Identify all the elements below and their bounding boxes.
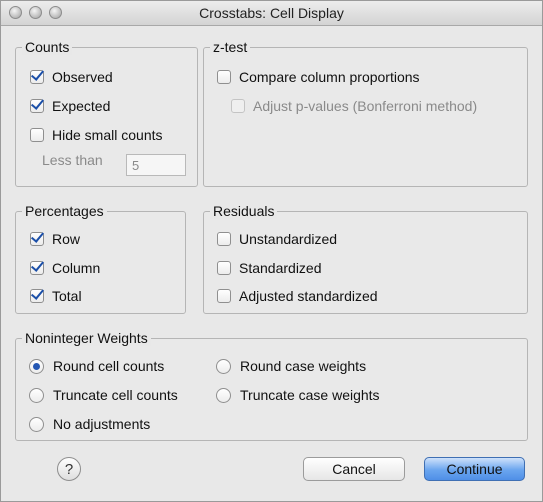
truncate-case-weights-radio[interactable]: Truncate case weights xyxy=(216,387,380,403)
total-percent-check-icon[interactable] xyxy=(30,289,44,303)
adjust-p-values-check-icon xyxy=(231,99,245,113)
standardized-check-icon[interactable] xyxy=(217,261,231,275)
standardized-label: Standardized xyxy=(239,260,322,276)
unstandardized-label: Unstandardized xyxy=(239,231,338,247)
observed-check-icon[interactable] xyxy=(30,70,44,84)
round-case-weights-radio-icon[interactable] xyxy=(216,358,231,374)
continue-button[interactable]: Continue xyxy=(424,457,525,481)
adjusted-standardized-check-icon[interactable] xyxy=(217,289,231,303)
no-adjustments-radio[interactable]: No adjustments xyxy=(29,416,150,432)
total-percent-label: Total xyxy=(52,288,82,304)
adjusted-standardized-checkbox[interactable]: Adjusted standardized xyxy=(217,288,378,304)
window-title: Crosstabs: Cell Display xyxy=(199,5,344,21)
no-adjustments-radio-icon[interactable] xyxy=(29,416,44,432)
truncate-case-weights-radio-icon[interactable] xyxy=(216,387,231,403)
row-percent-check-icon[interactable] xyxy=(30,232,44,246)
less-than-label: Less than xyxy=(42,152,103,168)
truncate-cell-counts-radio[interactable]: Truncate cell counts xyxy=(29,387,178,403)
no-adjustments-label: No adjustments xyxy=(53,416,151,432)
expected-label: Expected xyxy=(52,98,111,114)
counts-legend: Counts xyxy=(22,39,73,55)
round-cell-counts-radio[interactable]: Round cell counts xyxy=(29,358,164,374)
column-percent-label: Column xyxy=(52,260,101,276)
unstandardized-check-icon[interactable] xyxy=(217,232,231,246)
hide-small-counts-check-icon[interactable] xyxy=(30,128,44,142)
adjusted-standardized-label: Adjusted standardized xyxy=(239,288,378,304)
round-case-weights-radio[interactable]: Round case weights xyxy=(216,358,366,374)
hide-small-counts-checkbox[interactable]: Hide small counts xyxy=(30,127,163,143)
round-case-weights-label: Round case weights xyxy=(240,358,367,374)
round-cell-counts-radio-icon[interactable] xyxy=(29,358,44,374)
compare-column-proportions-checkbox[interactable]: Compare column proportions xyxy=(217,69,420,85)
adjust-p-values-checkbox: Adjust p-values (Bonferroni method) xyxy=(231,98,477,114)
row-percent-label: Row xyxy=(52,231,81,247)
truncate-cell-counts-radio-icon[interactable] xyxy=(29,387,44,403)
observed-checkbox[interactable]: Observed xyxy=(30,69,113,85)
noninteger-weights-legend: Noninteger Weights xyxy=(22,330,151,346)
adjust-p-values-label: Adjust p-values (Bonferroni method) xyxy=(253,98,478,114)
title-bar: Crosstabs: Cell Display xyxy=(1,1,542,26)
help-icon: ? xyxy=(64,460,74,478)
less-than-input[interactable] xyxy=(126,154,186,176)
expected-checkbox[interactable]: Expected xyxy=(30,98,110,114)
truncate-case-weights-label: Truncate case weights xyxy=(240,387,380,403)
observed-label: Observed xyxy=(52,69,113,85)
round-cell-counts-label: Round cell counts xyxy=(53,358,165,374)
hide-small-counts-label: Hide small counts xyxy=(52,127,163,143)
percentages-legend: Percentages xyxy=(22,203,107,219)
cell-display-dialog: Crosstabs: Cell Display Counts Observed … xyxy=(0,0,543,502)
expected-check-icon[interactable] xyxy=(30,99,44,113)
cancel-button[interactable]: Cancel xyxy=(303,457,405,481)
unstandardized-checkbox[interactable]: Unstandardized xyxy=(217,231,337,247)
z-test-legend: z-test xyxy=(210,39,251,55)
compare-column-proportions-check-icon[interactable] xyxy=(217,70,231,84)
column-percent-checkbox[interactable]: Column xyxy=(30,260,100,276)
z-test-group: z-test xyxy=(203,39,528,187)
total-percent-checkbox[interactable]: Total xyxy=(30,288,82,304)
column-percent-check-icon[interactable] xyxy=(30,261,44,275)
help-button[interactable]: ? xyxy=(57,457,81,481)
standardized-checkbox[interactable]: Standardized xyxy=(217,260,322,276)
row-percent-checkbox[interactable]: Row xyxy=(30,231,80,247)
compare-column-proportions-label: Compare column proportions xyxy=(239,69,420,85)
truncate-cell-counts-label: Truncate cell counts xyxy=(53,387,178,403)
residuals-legend: Residuals xyxy=(210,203,278,219)
